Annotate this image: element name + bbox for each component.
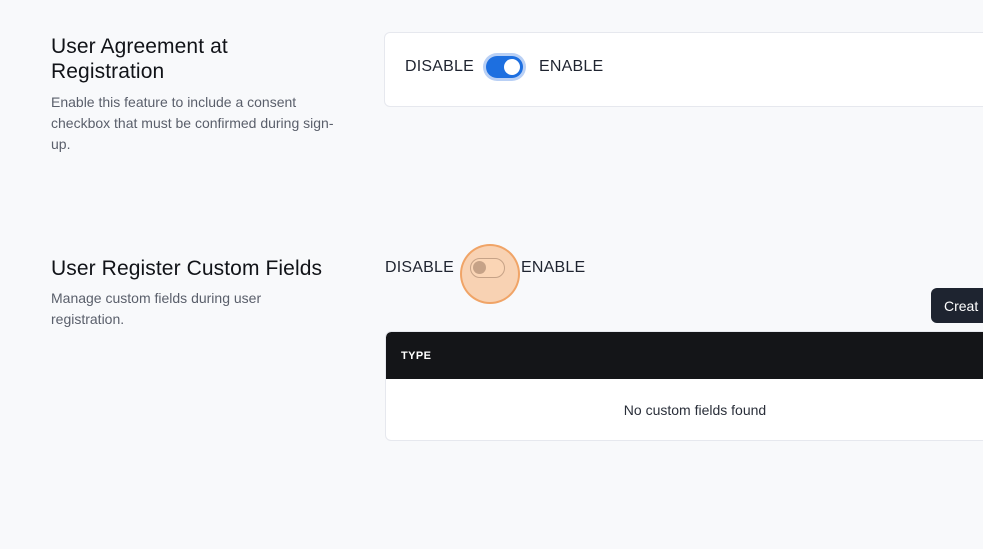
agreement-title: User Agreement at Registration bbox=[51, 35, 228, 83]
custom-fields-title: User Register Custom Fields bbox=[51, 257, 323, 280]
custom-fields-enable-label: ENABLE bbox=[521, 259, 586, 276]
agreement-toggle-card: DISABLE ENABLE bbox=[384, 32, 983, 107]
custom-fields-description: Manage custom fields during user registr… bbox=[51, 290, 262, 327]
agreement-disable-label: DISABLE bbox=[405, 58, 474, 75]
column-header-type: TYPE bbox=[401, 349, 432, 362]
custom-fields-disable-label: DISABLE bbox=[385, 259, 454, 276]
agreement-toggle-switch[interactable] bbox=[486, 56, 523, 78]
custom-fields-toggle-row: DISABLE ENABLE bbox=[385, 258, 585, 278]
custom-fields-table: TYPE No custom fields found bbox=[385, 331, 983, 441]
agreement-toggle-row: DISABLE ENABLE bbox=[405, 56, 603, 78]
custom-fields-toggle-switch[interactable] bbox=[470, 258, 505, 278]
table-header-row: TYPE bbox=[386, 332, 983, 379]
agreement-toggle-knob bbox=[504, 59, 520, 75]
create-custom-field-button[interactable]: Creat bbox=[931, 288, 983, 323]
agreement-description: Enable this feature to include a consent… bbox=[51, 94, 334, 152]
table-empty-message: No custom fields found bbox=[623, 402, 767, 418]
custom-fields-toggle-knob bbox=[473, 261, 486, 274]
agreement-enable-label: ENABLE bbox=[539, 58, 604, 75]
